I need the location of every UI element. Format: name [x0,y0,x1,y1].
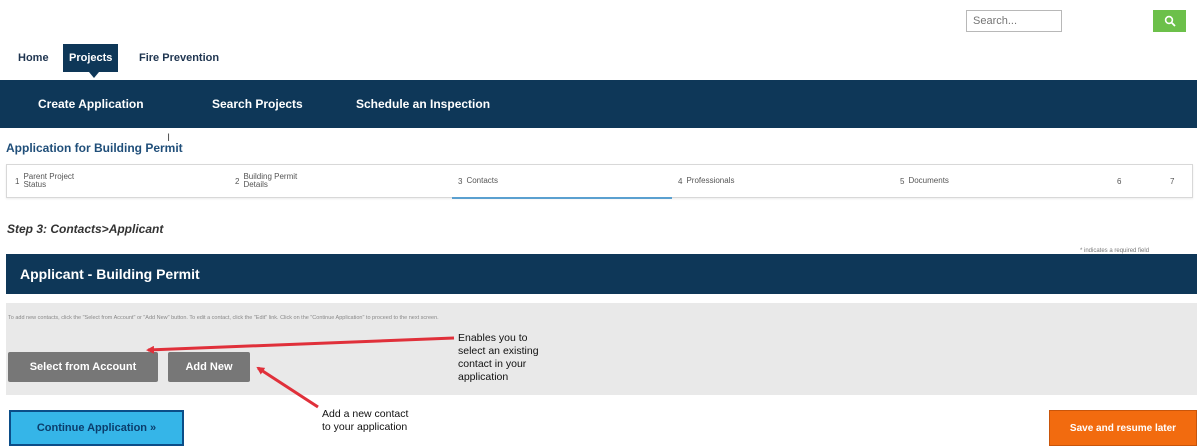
arrow-to-add-button [256,366,319,409]
save-and-resume-later-button[interactable]: Save and resume later [1049,410,1197,446]
callout-select-existing: Enables you to select an existing contac… [458,332,539,383]
arrow-to-select-button [146,336,455,354]
continue-application-button[interactable]: Continue Application » [9,410,184,446]
callout-add-new: Add a new contact to your application [322,408,409,433]
annotation-arrows [146,336,455,409]
